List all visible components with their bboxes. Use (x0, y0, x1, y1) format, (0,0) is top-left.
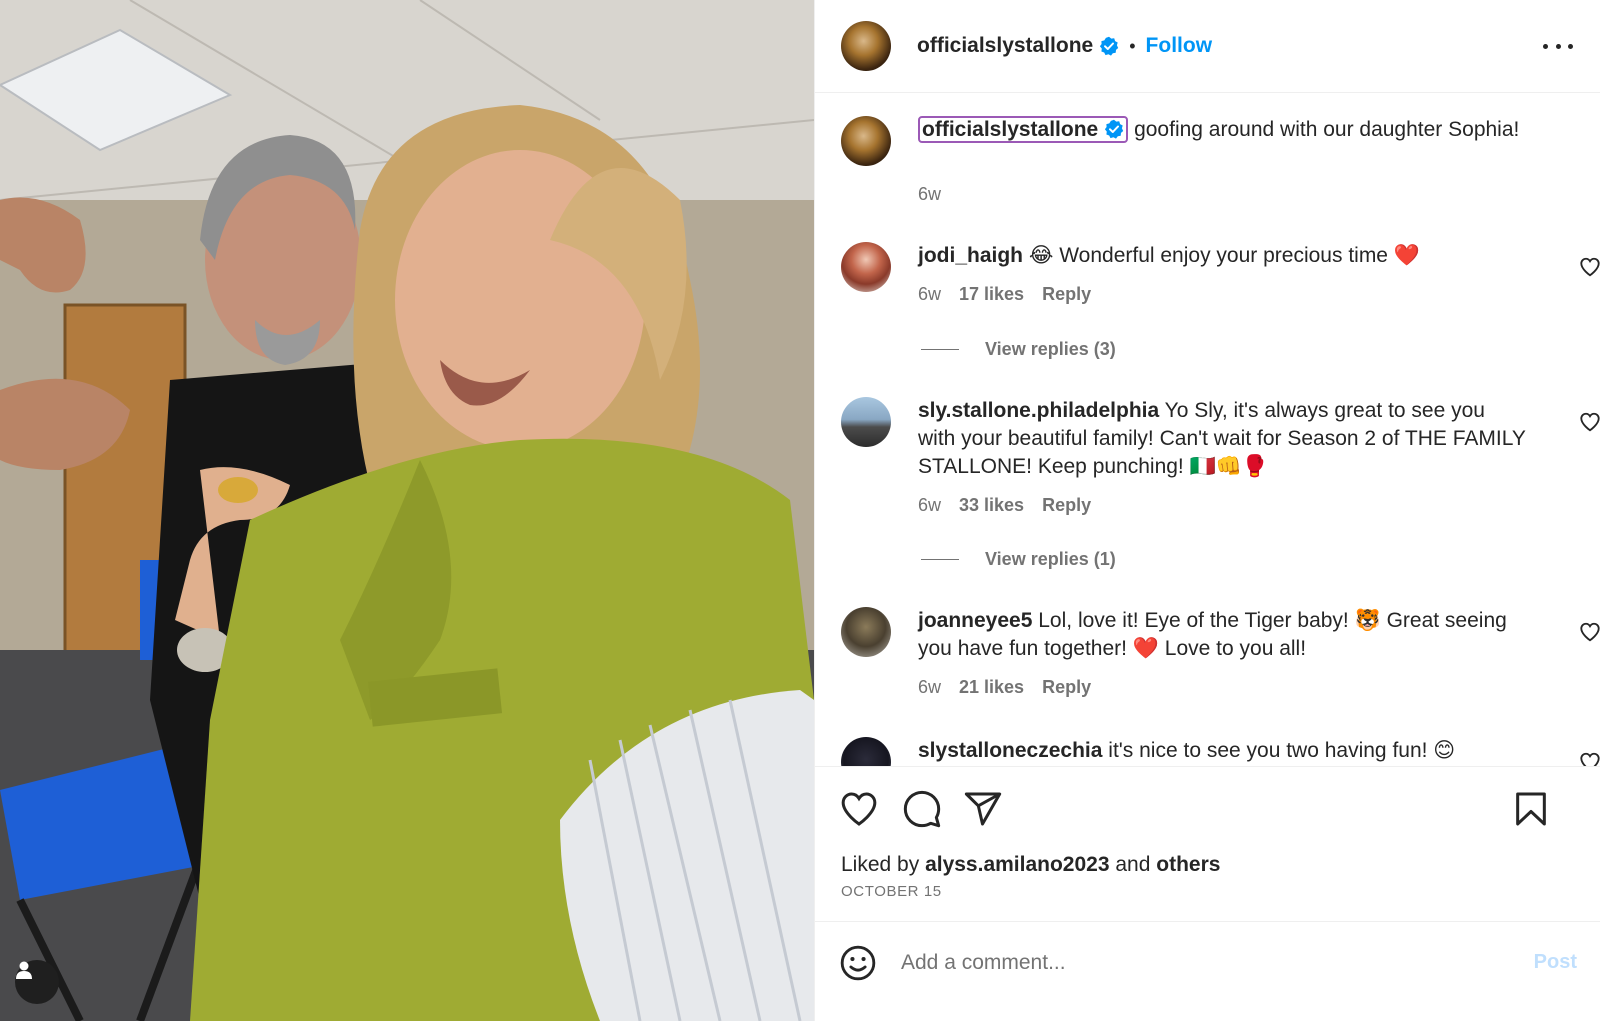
comment-meta: 6w 17 likes Reply (918, 284, 1091, 305)
user-tag-icon[interactable] (15, 960, 59, 1004)
emoji-icon[interactable] (839, 944, 877, 982)
author-avatar[interactable] (841, 21, 891, 71)
heart-icon[interactable] (1579, 751, 1600, 766)
comment-username[interactable]: slystalloneczechia (918, 739, 1102, 762)
bookmark-icon[interactable] (1511, 789, 1551, 829)
heart-icon[interactable] (1579, 256, 1600, 278)
commenter-avatar[interactable] (841, 397, 891, 447)
heart-icon[interactable] (839, 789, 879, 829)
replies-divider-line (921, 349, 959, 350)
view-replies-button[interactable]: View replies (1) (921, 549, 1116, 570)
post-date[interactable]: OCTOBER 15 (841, 883, 942, 900)
comment-time[interactable]: 6w (918, 677, 941, 698)
comment-input[interactable] (901, 946, 1481, 980)
caption-username[interactable]: officialslystallone (918, 116, 1129, 143)
comment-text: it's nice to see you two having fun! 😊 (1108, 739, 1456, 762)
follow-button[interactable]: Follow (1146, 34, 1213, 58)
comment-icon[interactable] (902, 789, 942, 829)
reply-button[interactable]: Reply (1042, 284, 1091, 305)
view-replies-label: View replies (3) (985, 339, 1116, 359)
view-replies-button[interactable]: View replies (3) (921, 339, 1116, 360)
commenter-avatar[interactable] (841, 737, 891, 766)
more-options-icon[interactable] (1543, 32, 1573, 60)
comment-username[interactable]: jodi_haigh (918, 244, 1023, 267)
comment-username[interactable]: sly.stallone.philadelphia (918, 399, 1159, 422)
commenter-avatar[interactable] (841, 607, 891, 657)
comment-meta: 6w 21 likes Reply (918, 677, 1091, 698)
view-replies-label: View replies (1) (985, 549, 1116, 569)
post-side-panel: officialslystallone • Follow officialsly… (814, 0, 1600, 1021)
separator-dot: • (1129, 35, 1136, 56)
comments-list[interactable]: officialslystallone goofing around with … (815, 94, 1600, 766)
comment-body: joanneyee5 Lol, love it! Eye of the Tige… (918, 607, 1528, 663)
commenter-avatar[interactable] (841, 242, 891, 292)
post-header: officialslystallone • Follow (815, 0, 1600, 93)
add-comment-bar: Post (815, 921, 1600, 1021)
comment-body: slystalloneczechia it's nice to see you … (918, 737, 1528, 765)
author-username[interactable]: officialslystallone (917, 34, 1093, 58)
comment-body: jodi_haigh 😂 Wonderful enjoy your precio… (918, 242, 1528, 270)
comment-likes[interactable]: 21 likes (959, 677, 1024, 698)
reply-button[interactable]: Reply (1042, 677, 1091, 698)
replies-divider-line (921, 559, 959, 560)
post-button[interactable]: Post (1534, 951, 1577, 974)
caption-text: goofing around with our daughter Sophia! (1134, 118, 1520, 141)
heart-icon[interactable] (1579, 621, 1600, 643)
caption-avatar[interactable] (841, 116, 891, 166)
liked-by-user-link[interactable]: alyss.amilano2023 (925, 853, 1109, 876)
verified-icon (1100, 36, 1119, 56)
comment-time[interactable]: 6w (918, 495, 941, 516)
post-actions: Liked by alyss.amilano2023 and others OC… (815, 766, 1600, 921)
comment-likes[interactable]: 33 likes (959, 495, 1024, 516)
share-icon[interactable] (963, 789, 1003, 829)
heart-icon[interactable] (1579, 411, 1600, 433)
comment-likes[interactable]: 17 likes (959, 284, 1024, 305)
liked-by-text: Liked by alyss.amilano2023 and others (841, 853, 1220, 877)
caption-body: officialslystallone goofing around with … (918, 116, 1528, 144)
photo-illustration (0, 0, 814, 1021)
verified-icon (1105, 119, 1124, 139)
comment-body: sly.stallone.philadelphia Yo Sly, it's a… (918, 397, 1528, 481)
liked-by-prefix: Liked by (841, 853, 920, 876)
comment-time[interactable]: 6w (918, 284, 941, 305)
caption-meta: 6w (918, 184, 941, 205)
comment-meta: 6w 33 likes Reply (918, 495, 1091, 516)
liked-by-others-link[interactable]: others (1156, 853, 1220, 876)
caption-time[interactable]: 6w (918, 184, 941, 205)
post-photo[interactable] (0, 0, 814, 1021)
liked-by-and: and (1115, 853, 1151, 876)
comment-username[interactable]: joanneyee5 (918, 609, 1032, 632)
reply-button[interactable]: Reply (1042, 495, 1091, 516)
comment-text: 😂 Wonderful enjoy your precious time ❤️ (1028, 244, 1420, 267)
